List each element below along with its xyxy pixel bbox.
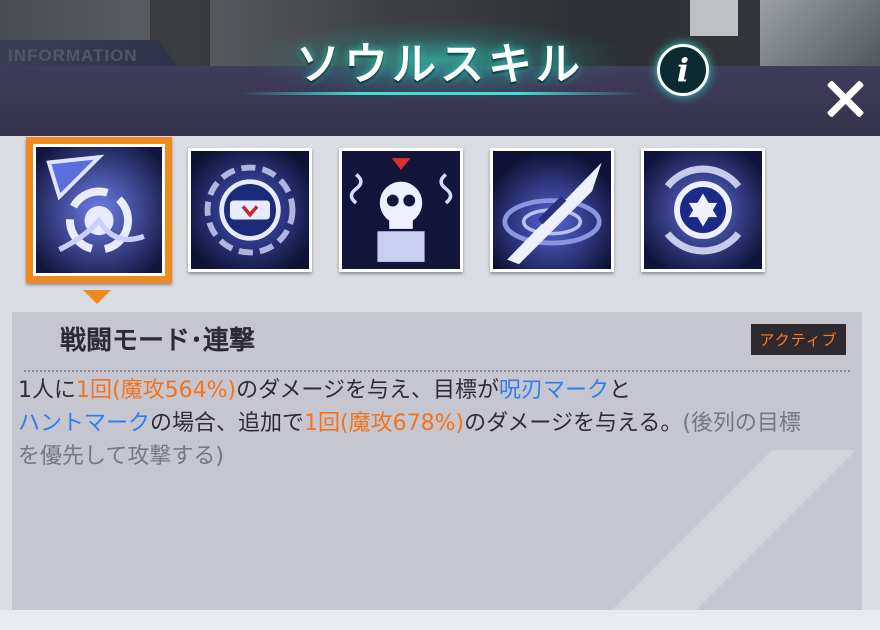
desc-part: と (608, 378, 631, 403)
skill-slot-4[interactable] (490, 148, 614, 272)
skill-list (26, 137, 792, 283)
skull-mark-icon (342, 151, 460, 269)
star-orb-icon (644, 151, 762, 269)
skill-slot-5[interactable] (641, 148, 765, 272)
skill-slot-2[interactable] (188, 148, 312, 272)
shield-ring-icon (191, 151, 309, 269)
skill-slot-3[interactable] (339, 148, 463, 272)
skill-name: 戦闘モード･連撃 (60, 326, 256, 356)
desc-part-keyword: ハントマーク (18, 411, 151, 436)
desc-part-highlight: 1回 (76, 378, 112, 403)
dialog-title: ソウルスキル (296, 39, 584, 90)
skill-type-badge: アクティブ (751, 324, 846, 355)
desc-part: の場合、追加で (150, 411, 305, 436)
desc-part-highlight: (魔攻564%) (112, 378, 237, 403)
selection-pointer (83, 290, 111, 304)
desc-part-keyword: 呪刃マーク (498, 378, 609, 403)
bottom-bar (0, 610, 880, 630)
desc-part: 1人に (18, 378, 76, 403)
desc-part: のダメージを与える。 (464, 411, 683, 436)
info-icon: i (676, 51, 690, 89)
info-button[interactable]: i (657, 44, 709, 96)
close-button[interactable] (822, 76, 868, 122)
divider (24, 370, 850, 372)
decorative-stripe (602, 450, 862, 610)
title-underline (240, 92, 640, 95)
skill-description-box: 戦闘モード･連撃 アクティブ 1人に1回(魔攻564%)のダメージを与え、目標が… (12, 312, 862, 610)
skill-slot-1[interactable] (26, 137, 172, 283)
desc-part-highlight: 1回 (304, 411, 341, 436)
skill-description-text: 1人に1回(魔攻564%)のダメージを与え、目標が呪刃マークと ハントマークの場合… (18, 374, 818, 473)
vortex-claw-icon (33, 144, 165, 276)
skill-panel: 戦闘モード･連撃 アクティブ 1人に1回(魔攻564%)のダメージを与え、目標が… (0, 136, 880, 630)
blade-slash-icon (493, 151, 611, 269)
desc-part: のダメージを与え、目標が (236, 378, 499, 403)
desc-part-highlight: (魔攻678%) (340, 411, 465, 436)
